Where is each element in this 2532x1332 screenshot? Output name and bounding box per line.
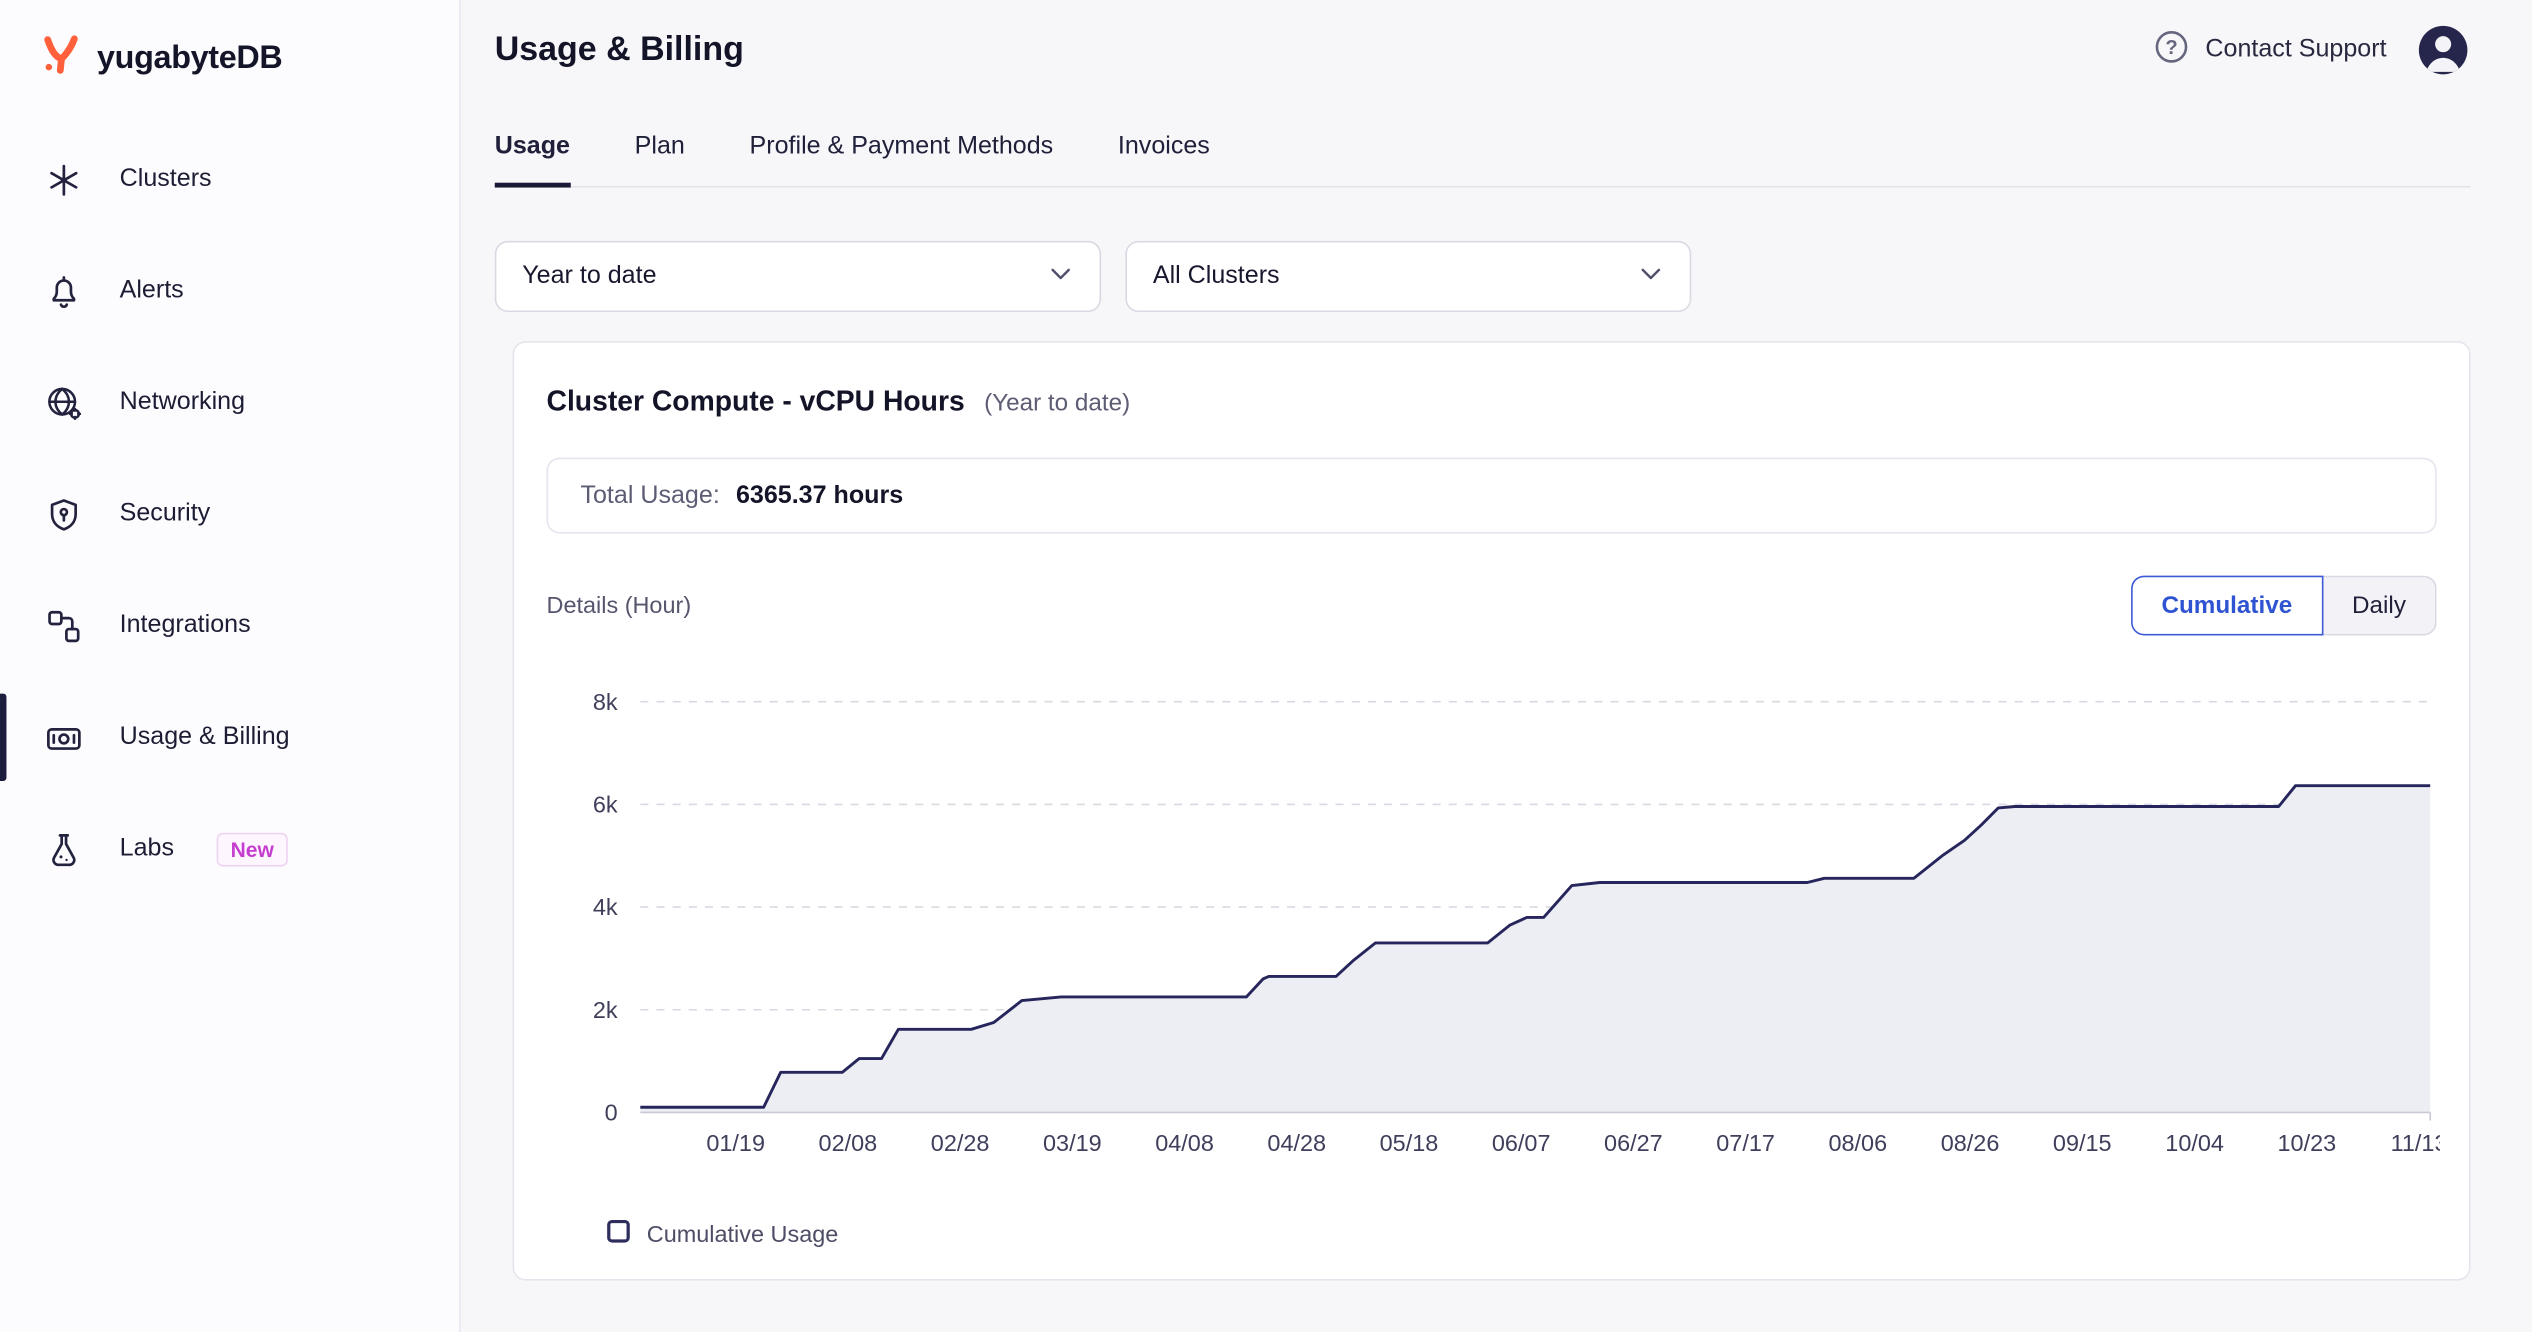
cumulative-usage-area-chart: 0 2k 4k 6k 8k 01/19 02/08 02/28 03/19 04/08 04/28 0…: [547, 677, 2440, 1191]
bell-icon: [42, 270, 84, 312]
sidebar-item-alerts[interactable]: Alerts: [0, 244, 459, 338]
svg-text:02/08: 02/08: [819, 1130, 878, 1156]
tab-usage[interactable]: Usage: [495, 113, 570, 186]
globe-gear-icon: [42, 382, 84, 424]
top-bar: Usage & Billing ? Contact Support: [495, 6, 2471, 93]
sidebar-item-labs[interactable]: Labs New: [0, 802, 459, 896]
filter-bar: Year to date All Clusters: [495, 241, 2471, 312]
integrations-icon: [42, 605, 84, 647]
svg-text:4k: 4k: [593, 894, 618, 920]
svg-text:8k: 8k: [593, 689, 618, 715]
page-title: Usage & Billing: [495, 31, 744, 70]
svg-text:?: ?: [2165, 36, 2177, 58]
svg-text:04/28: 04/28: [1267, 1130, 1326, 1156]
daily-toggle-button[interactable]: Daily: [2323, 576, 2437, 636]
topbar-actions: ? Contact Support: [2152, 23, 2471, 78]
legend-checkbox-icon: [606, 1219, 630, 1250]
legend-label: Cumulative Usage: [647, 1222, 839, 1248]
usage-card-header: Cluster Compute - vCPU Hours (Year to da…: [547, 385, 2437, 419]
new-badge: New: [216, 832, 288, 866]
period-select[interactable]: Year to date: [495, 241, 1101, 312]
contact-support-link[interactable]: ? Contact Support: [2152, 27, 2386, 74]
flask-icon: [42, 828, 84, 870]
svg-text:05/18: 05/18: [1380, 1130, 1439, 1156]
details-row: Details (Hour) Cumulative Daily: [547, 576, 2437, 636]
usage-card-subtitle: (Year to date): [984, 390, 1130, 417]
svg-text:08/06: 08/06: [1828, 1130, 1887, 1156]
usage-card-title: Cluster Compute - vCPU Hours: [547, 385, 965, 419]
sidebar-item-usage-billing[interactable]: Usage & Billing: [0, 690, 459, 784]
chart-legend[interactable]: Cumulative Usage: [606, 1219, 2436, 1250]
app-window: yugabyteDB Clusters Alerts Networking Secur…: [0, 0, 2532, 1332]
sidebar-item-label: Security: [120, 500, 211, 529]
svg-text:2k: 2k: [593, 997, 618, 1023]
period-select-value: Year to date: [522, 262, 656, 291]
help-question-icon: ?: [2152, 27, 2191, 74]
svg-text:09/15: 09/15: [2053, 1130, 2112, 1156]
usage-card: Cluster Compute - vCPU Hours (Year to da…: [513, 341, 2471, 1280]
sidebar-item-label: Usage & Billing: [120, 723, 290, 752]
svg-text:6k: 6k: [593, 791, 618, 817]
chevron-down-icon: [1045, 256, 1077, 296]
sidebar-item-label: Alerts: [120, 276, 184, 305]
svg-text:11/13: 11/13: [2391, 1130, 2440, 1156]
svg-text:10/23: 10/23: [2278, 1130, 2337, 1156]
sidebar-item-label: Clusters: [120, 165, 212, 194]
sidebar: yugabyteDB Clusters Alerts Networking Secur…: [0, 0, 461, 1332]
tab-plan[interactable]: Plan: [635, 113, 685, 186]
svg-text:07/17: 07/17: [1716, 1130, 1775, 1156]
total-usage-label: Total Usage:: [580, 481, 719, 510]
view-mode-toggle: Cumulative Daily: [2131, 576, 2437, 636]
cluster-select[interactable]: All Clusters: [1125, 241, 1691, 312]
svg-text:08/26: 08/26: [1941, 1130, 2000, 1156]
sidebar-item-security[interactable]: Security: [0, 467, 459, 561]
billing-icon: [42, 716, 84, 758]
tab-bar: Usage Plan Profile & Payment Methods Invoic…: [495, 113, 2471, 187]
sidebar-item-clusters[interactable]: Clusters: [0, 133, 459, 227]
cumulative-toggle-button[interactable]: Cumulative: [2131, 576, 2323, 636]
tab-profile-payment-methods[interactable]: Profile & Payment Methods: [750, 113, 1054, 186]
contact-support-label: Contact Support: [2205, 36, 2386, 65]
svg-text:0: 0: [605, 1100, 618, 1126]
main-content: Usage & Billing ? Contact Support: [461, 0, 2532, 1332]
svg-text:04/08: 04/08: [1155, 1130, 1214, 1156]
yugabyte-logo-icon: [39, 32, 83, 84]
tab-invoices[interactable]: Invoices: [1118, 113, 1210, 186]
shield-icon: [42, 493, 84, 535]
total-usage-value: 6365.37 hours: [736, 481, 903, 510]
user-avatar[interactable]: [2416, 23, 2471, 78]
cluster-select-value: All Clusters: [1153, 262, 1280, 291]
chevron-down-icon: [1635, 256, 1667, 296]
clusters-icon: [42, 158, 84, 200]
svg-text:03/19: 03/19: [1043, 1130, 1102, 1156]
logo[interactable]: yugabyteDB: [0, 23, 459, 133]
sidebar-item-label: Networking: [120, 388, 245, 417]
svg-text:06/27: 06/27: [1604, 1130, 1663, 1156]
details-label: Details (Hour): [547, 593, 692, 619]
sidebar-item-integrations[interactable]: Integrations: [0, 579, 459, 673]
usage-chart: 0 2k 4k 6k 8k 01/19 02/08 02/28 03/19 04/08 04/28 0…: [547, 677, 2437, 1199]
svg-text:10/04: 10/04: [2165, 1130, 2224, 1156]
total-usage-box: Total Usage: 6365.37 hours: [547, 458, 2437, 534]
sidebar-item-label: Labs: [120, 834, 174, 863]
logo-text: yugabyteDB: [97, 40, 282, 77]
svg-text:02/28: 02/28: [931, 1130, 990, 1156]
svg-text:01/19: 01/19: [706, 1130, 765, 1156]
svg-text:06/07: 06/07: [1492, 1130, 1551, 1156]
sidebar-item-label: Integrations: [120, 611, 251, 640]
sidebar-menu: Clusters Alerts Networking Security Integrat…: [0, 133, 459, 896]
sidebar-item-networking[interactable]: Networking: [0, 356, 459, 450]
